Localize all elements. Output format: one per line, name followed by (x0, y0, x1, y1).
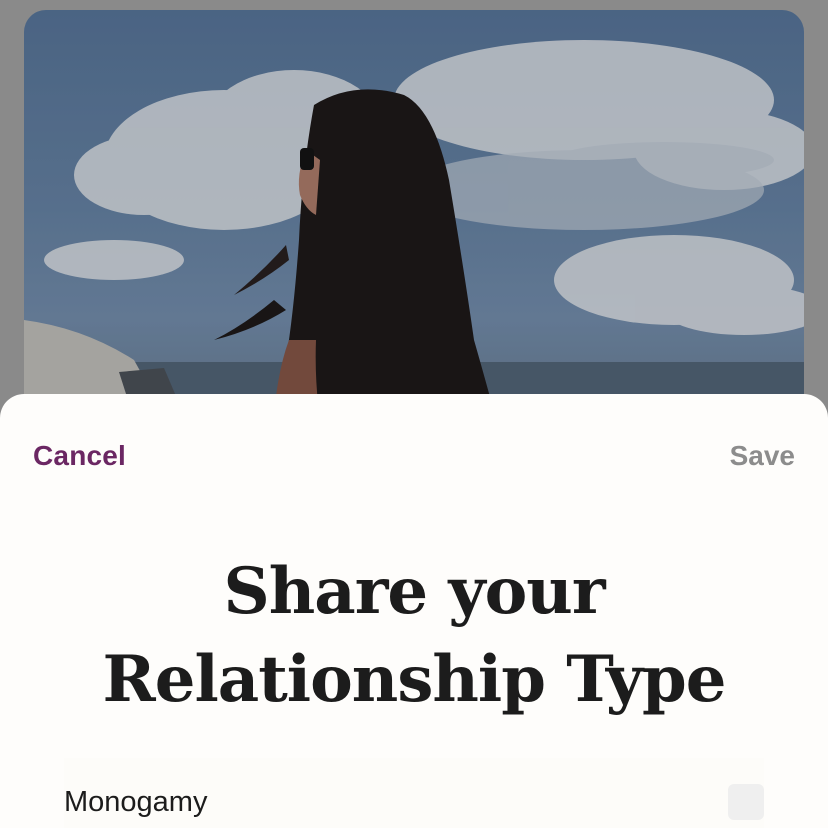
option-checkbox[interactable] (728, 784, 764, 820)
cancel-button[interactable]: Cancel (33, 440, 126, 472)
save-button[interactable]: Save (730, 440, 795, 472)
option-label: Monogamy (64, 786, 208, 818)
page-title-line-2: Relationship Type (102, 642, 727, 717)
page-title-line-1: Share your (223, 554, 605, 629)
edit-relationship-type-screen: Cancel Save Share your Relationship Type… (0, 0, 828, 828)
profile-photo (24, 10, 804, 450)
page-title: Share your Relationship Type (0, 548, 828, 724)
photo-dim-overlay (24, 10, 804, 450)
option-monogamy[interactable]: Monogamy (64, 758, 764, 828)
